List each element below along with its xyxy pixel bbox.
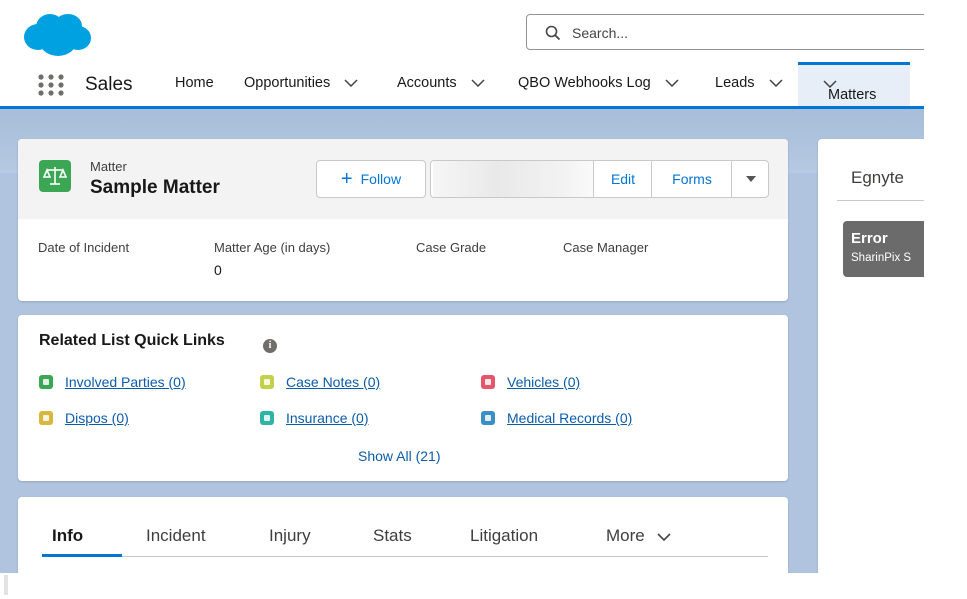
quick-link-label[interactable]: Dispos (0) bbox=[65, 410, 129, 426]
chevron-down-icon bbox=[657, 532, 672, 541]
nav-item-matters[interactable]: Matters bbox=[798, 62, 910, 106]
caret-down-icon bbox=[745, 176, 756, 182]
nav-item-leads[interactable]: Leads bbox=[715, 75, 783, 91]
nav-item-qbo-webhooks-log[interactable]: QBO Webhooks Log bbox=[518, 75, 679, 91]
nav-item-label: Leads bbox=[715, 75, 755, 91]
field-label-case-manager: Case Manager bbox=[563, 240, 649, 255]
egnyte-divider bbox=[837, 200, 924, 201]
case-notes-icon bbox=[260, 375, 274, 389]
show-all-link[interactable]: Show All (21) bbox=[358, 448, 440, 464]
scrollbar-fragment bbox=[4, 575, 8, 595]
nav-item-label: Matters bbox=[828, 87, 877, 103]
edit-button[interactable]: Edit bbox=[593, 161, 652, 197]
quick-link-involved-parties[interactable]: Involved Parties (0) bbox=[39, 373, 186, 391]
error-message-box: Error SharinPix S bbox=[843, 221, 924, 277]
tab-more-label: More bbox=[606, 526, 645, 545]
nav-item-label: Accounts bbox=[397, 75, 457, 91]
matter-scales-icon bbox=[39, 160, 71, 192]
tab-stats[interactable]: Stats bbox=[373, 526, 412, 546]
quick-link-vehicles[interactable]: Vehicles (0) bbox=[481, 373, 580, 391]
app-navigation-bar: Sales Home Opportunities Accounts QBO We… bbox=[0, 62, 924, 109]
quick-link-label[interactable]: Involved Parties (0) bbox=[65, 374, 186, 390]
chevron-down-icon[interactable] bbox=[665, 79, 679, 88]
nav-item-label: Home bbox=[175, 75, 214, 91]
quick-link-label[interactable]: Vehicles (0) bbox=[507, 374, 580, 390]
insurance-icon bbox=[260, 411, 274, 425]
plus-icon: + bbox=[340, 168, 353, 190]
chevron-down-icon[interactable] bbox=[471, 79, 485, 88]
search-input-placeholder: Search... bbox=[572, 25, 629, 41]
active-tab-indicator bbox=[42, 554, 122, 557]
field-label-date-of-incident: Date of Incident bbox=[38, 240, 130, 255]
quick-link-label[interactable]: Medical Records (0) bbox=[507, 410, 632, 426]
field-value-matter-age: 0 bbox=[214, 262, 222, 278]
tab-more[interactable]: More bbox=[606, 526, 672, 546]
page-right-edge bbox=[924, 0, 967, 599]
quick-links-title: Related List Quick Links bbox=[39, 332, 225, 349]
search-icon bbox=[545, 25, 561, 41]
nav-item-label: QBO Webhooks Log bbox=[518, 75, 651, 91]
quick-link-dispos[interactable]: Dispos (0) bbox=[39, 409, 129, 427]
nav-item-home[interactable]: Home bbox=[175, 75, 214, 91]
tab-incident[interactable]: Incident bbox=[146, 526, 206, 546]
record-object-type: Matter bbox=[90, 159, 127, 174]
forms-button[interactable]: Forms bbox=[651, 161, 732, 197]
record-title: Sample Matter bbox=[90, 177, 220, 198]
field-label-case-grade: Case Grade bbox=[416, 240, 487, 255]
tab-info[interactable]: Info bbox=[52, 526, 83, 546]
record-highlights-header: Matter Sample Matter + Follow Edit Forms bbox=[18, 139, 788, 219]
forms-button-label: Forms bbox=[672, 171, 712, 187]
egnyte-side-panel: Egnyte Error SharinPix S bbox=[818, 139, 924, 579]
egnyte-title: Egnyte bbox=[851, 168, 904, 187]
follow-button-label: Follow bbox=[360, 171, 402, 187]
record-highlights-panel: Matter Sample Matter + Follow Edit Forms… bbox=[18, 139, 788, 301]
redacted-action-button[interactable] bbox=[433, 161, 593, 197]
page-bottom-edge bbox=[0, 573, 924, 599]
record-action-button-group: Edit Forms bbox=[430, 160, 769, 198]
nav-item-label: Opportunities bbox=[244, 75, 331, 91]
chevron-down-icon[interactable] bbox=[769, 79, 783, 88]
app-launcher-icon[interactable] bbox=[38, 74, 64, 96]
global-header: Search... bbox=[0, 0, 946, 62]
nav-item-opportunities[interactable]: Opportunities bbox=[244, 75, 358, 91]
quick-link-insurance[interactable]: Insurance (0) bbox=[260, 409, 368, 427]
quick-link-label[interactable]: Insurance (0) bbox=[286, 410, 368, 426]
chevron-down-icon[interactable] bbox=[344, 79, 358, 88]
tab-divider bbox=[42, 556, 768, 557]
related-list-quick-links-card: Related List Quick Links i Involved Part… bbox=[18, 315, 788, 481]
involved-parties-icon bbox=[39, 375, 53, 389]
tab-injury[interactable]: Injury bbox=[269, 526, 311, 546]
error-message: SharinPix S bbox=[851, 252, 912, 264]
field-label-matter-age: Matter Age (in days) bbox=[214, 240, 331, 255]
more-actions-button[interactable] bbox=[731, 161, 768, 197]
global-search[interactable]: Search... bbox=[526, 14, 946, 50]
medical-records-icon bbox=[481, 411, 495, 425]
vehicle-icon bbox=[481, 375, 495, 389]
info-icon[interactable]: i bbox=[263, 339, 277, 353]
quick-link-label[interactable]: Case Notes (0) bbox=[286, 374, 380, 390]
salesforce-logo[interactable] bbox=[22, 11, 92, 59]
dispos-icon bbox=[39, 411, 53, 425]
follow-button[interactable]: + Follow bbox=[316, 160, 426, 198]
edit-button-label: Edit bbox=[610, 171, 636, 187]
error-title: Error bbox=[851, 230, 888, 247]
quick-link-medical-records[interactable]: Medical Records (0) bbox=[481, 409, 632, 427]
app-name: Sales bbox=[85, 74, 133, 95]
tab-litigation[interactable]: Litigation bbox=[470, 526, 538, 546]
quick-link-case-notes[interactable]: Case Notes (0) bbox=[260, 373, 380, 391]
nav-item-accounts[interactable]: Accounts bbox=[397, 75, 485, 91]
